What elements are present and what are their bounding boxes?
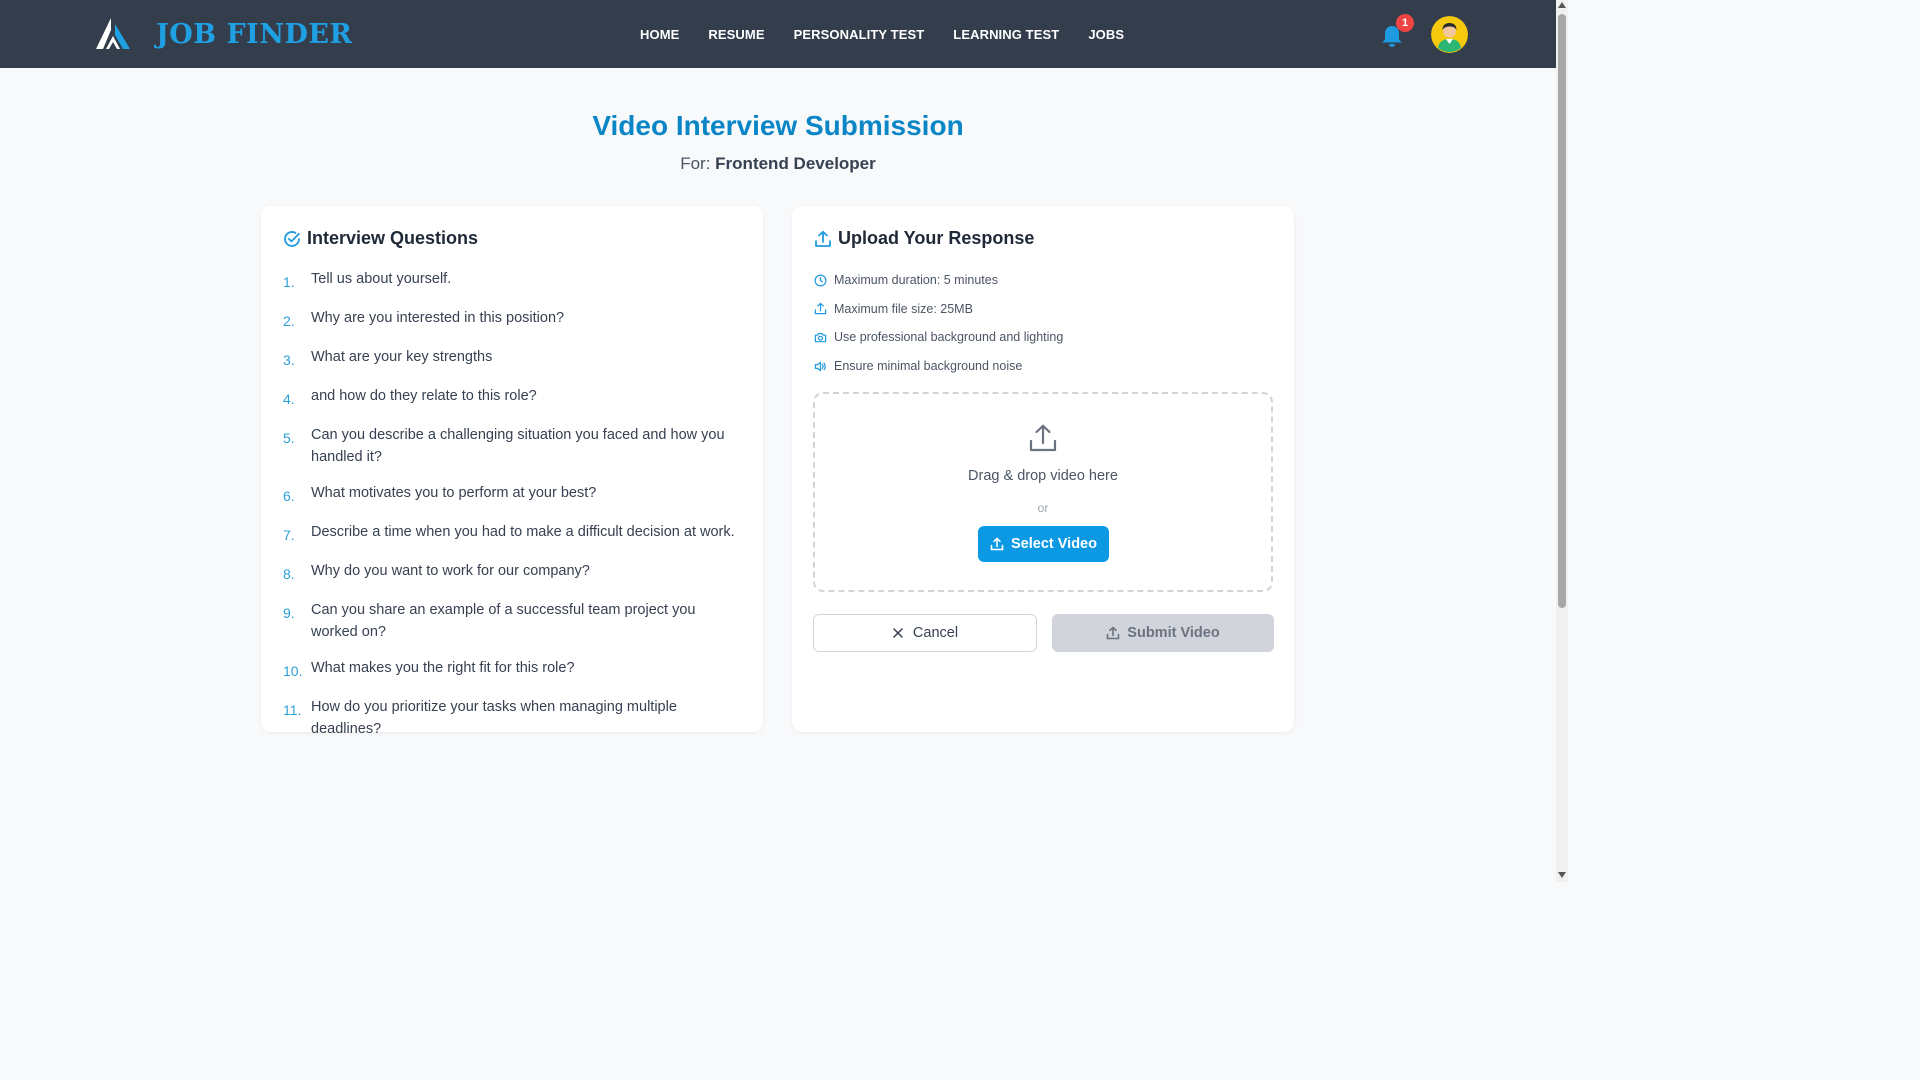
question-text: How do you prioritize your tasks when ma… (311, 699, 677, 737)
clock-icon (814, 274, 827, 287)
question-number: 2. (283, 313, 295, 329)
questions-title: Interview Questions (307, 228, 479, 248)
select-video-button[interactable]: Select Video (978, 526, 1109, 562)
brand-logo-icon (96, 18, 130, 49)
cancel-button[interactable]: Cancel (813, 614, 1037, 652)
question-text: Tell us about yourself. (311, 271, 452, 287)
volume-icon (814, 361, 826, 371)
submit-video-button[interactable]: Submit Video (1052, 614, 1274, 652)
question-number: 3. (283, 352, 295, 368)
question-number: 8. (283, 566, 295, 582)
question-text: What motivates you to perform at your be… (311, 485, 597, 501)
scroll-up-arrow-icon[interactable] (1558, 2, 1566, 8)
question-number: 5. (283, 430, 295, 446)
list-item: Ensure minimal background noise (814, 352, 1063, 381)
upload-icon (814, 303, 827, 315)
questions-header: Interview Questions (283, 228, 478, 249)
upload-icon (1029, 424, 1057, 452)
list-item: Maximum file size: 25MB (814, 295, 1063, 324)
question-text: Why are you interested in this position? (311, 310, 565, 326)
cancel-label: Cancel (912, 625, 959, 641)
list-item: Use professional background and lighting (814, 323, 1063, 352)
page-subtitle: For: Frontend Developer (0, 154, 1556, 174)
question-number: 11. (283, 702, 302, 718)
question-text: Describe a time when you had to make a d… (311, 524, 735, 540)
user-avatar[interactable] (1431, 16, 1468, 53)
nav-links: HOME RESUME PERSONALITY TEST LEARNING TE… (640, 0, 1153, 68)
brand[interactable]: JOB FINDER (94, 16, 352, 52)
list-item: 8. Why do you want to work for our compan… (283, 560, 743, 585)
dropzone-text: Drag & drop video here (968, 468, 1118, 484)
list-item: 1. Tell us about yourself. (283, 268, 743, 293)
scrollbar[interactable] (1556, 0, 1568, 882)
list-item: 3. What are your key strengths (283, 346, 743, 371)
upload-icon (1106, 626, 1120, 640)
upload-title: Upload Your Response (838, 228, 1035, 248)
upload-icon (815, 230, 831, 247)
question-text: Can you describe a challenging situation… (311, 427, 725, 465)
question-text: What are your key strengths (311, 349, 493, 365)
question-number: 10. (283, 663, 303, 679)
question-list: 1. Tell us about yourself. 2. Why are you … (283, 268, 743, 754)
video-dropzone[interactable]: Drag & drop video here or Select Video (813, 392, 1273, 592)
question-text: What makes you the right fit for this ro… (311, 660, 575, 676)
requirement-text: Ensure minimal background noise (834, 359, 1023, 374)
question-text: Can you share an example of a successful… (311, 602, 696, 640)
submit-video-label: Submit Video (1127, 625, 1220, 641)
dropzone-or: or (1037, 501, 1049, 515)
requirement-text: Maximum duration: 5 minutes (834, 273, 998, 288)
notification-badge: 1 (1396, 14, 1414, 32)
list-item: 10. What makes you the right fit for this… (283, 657, 743, 682)
requirement-text: Maximum file size: 25MB (834, 301, 973, 316)
list-item: 4. and how do they relate to this role? (283, 385, 743, 410)
nav-learning-test[interactable]: LEARNING TEST (953, 27, 1059, 42)
requirement-text: Use professional background and lighting (834, 330, 1064, 345)
camera-icon (814, 332, 827, 343)
list-item: 6. What motivates you to perform at your … (283, 482, 743, 507)
question-text: Why do you want to work for our company? (311, 563, 590, 579)
list-item: 7. Describe a time when you had to make a… (283, 521, 743, 546)
list-item: 9. Can you share an example of a successf… (283, 599, 743, 643)
nav-resume[interactable]: RESUME (708, 27, 764, 42)
check-circle-icon (284, 230, 300, 247)
list-item: 5. Can you describe a challenging situati… (283, 424, 743, 468)
list-item: Maximum duration: 5 minutes (814, 266, 1063, 295)
question-text: and how do they relate to this role? (311, 388, 537, 404)
question-number: 9. (283, 605, 295, 621)
list-item: 11. How do you prioritize your tasks when… (283, 696, 743, 740)
scroll-thumb[interactable] (1558, 14, 1566, 608)
close-icon (893, 628, 903, 638)
nav-home[interactable]: HOME (640, 27, 679, 42)
list-item: 2. Why are you interested in this positio… (283, 307, 743, 332)
subtitle-prefix: For: (680, 154, 716, 173)
brand-name: JOB FINDER (156, 18, 353, 50)
question-number: 4. (283, 391, 295, 407)
job-role: Frontend Developer (715, 154, 876, 173)
page-title: Video Interview Submission (592, 110, 964, 141)
upload-icon (990, 537, 1004, 551)
nav-personality-test[interactable]: PERSONALITY TEST (794, 27, 925, 42)
question-number: 6. (283, 488, 295, 504)
nav-jobs[interactable]: JOBS (1088, 27, 1124, 42)
select-video-label: Select Video (1011, 536, 1097, 552)
requirements-list: Maximum duration: 5 minutes Maximum file… (814, 266, 1063, 380)
question-number: 7. (283, 527, 295, 543)
upload-header: Upload Your Response (814, 228, 1034, 249)
scroll-down-arrow-icon[interactable] (1558, 872, 1566, 878)
interview-questions-card: Interview Questions 1. Tell us about your… (261, 206, 763, 737)
upload-response-card: Upload Your Response Maximum duration: 5… (792, 206, 1294, 732)
navbar: JOB FINDER HOME RESUME PERSONALITY TEST … (0, 0, 1556, 68)
question-number: 1. (283, 274, 295, 290)
